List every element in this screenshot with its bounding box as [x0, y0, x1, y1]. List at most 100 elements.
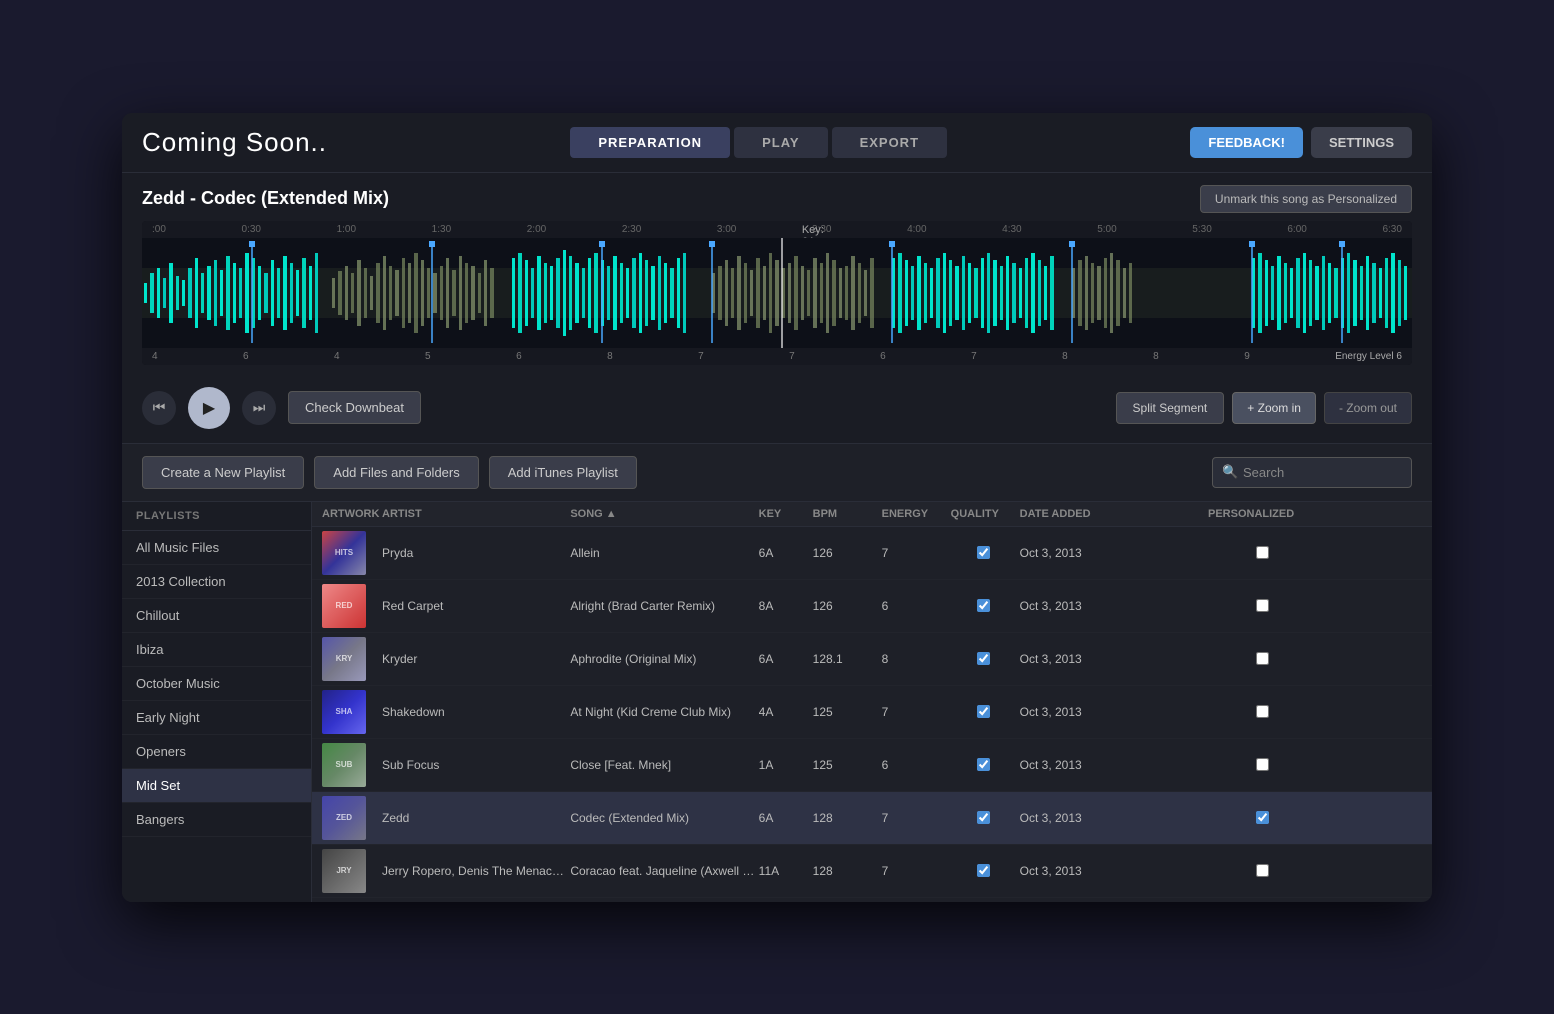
sidebar-item-chillout[interactable]: Chillout: [122, 599, 311, 633]
sidebar-item-early-night[interactable]: Early Night: [122, 701, 311, 735]
quality-checkbox[interactable]: [977, 705, 990, 718]
track-artwork: SUB: [322, 743, 366, 787]
personalized-cell[interactable]: [1208, 758, 1318, 771]
col-artist[interactable]: Artist: [382, 508, 566, 520]
track-cell: 125: [813, 758, 878, 772]
artwork-cell: SHA: [322, 690, 378, 734]
col-song[interactable]: Song ▲: [570, 508, 754, 520]
track-cell: 128: [813, 864, 878, 878]
table-row[interactable]: HITSPrydaAllein6A1267Oct 3, 2013: [312, 527, 1432, 580]
personalized-cell[interactable]: [1208, 811, 1318, 824]
table-row[interactable]: KRYKryderAphrodite (Original Mix)6A128.1…: [312, 633, 1432, 686]
quality-checkbox[interactable]: [977, 811, 990, 824]
zoom-in-button[interactable]: + Zoom in: [1232, 392, 1316, 424]
quality-cell[interactable]: [951, 864, 1016, 877]
table-row[interactable]: SUBSub FocusClose [Feat. Mnek]1A1256Oct …: [312, 739, 1432, 792]
zoom-out-button[interactable]: - Zoom out: [1324, 392, 1412, 424]
tab-preparation[interactable]: PREPARATION: [570, 127, 730, 158]
quality-cell[interactable]: [951, 652, 1016, 665]
zoom-controls: Split Segment + Zoom in - Zoom out: [1116, 392, 1412, 424]
track-list-container: Artwork Artist Song ▲ Key BPM Energy Qua…: [312, 502, 1432, 902]
track-cell: Pryda: [382, 546, 566, 560]
quality-checkbox[interactable]: [977, 599, 990, 612]
unmark-button[interactable]: Unmark this song as Personalized: [1200, 185, 1412, 213]
table-row[interactable]: SHAShakedownAt Night (Kid Creme Club Mix…: [312, 686, 1432, 739]
header-actions: FEEDBACK! SETTINGS: [1190, 127, 1412, 158]
artwork-cell: ZED: [322, 796, 378, 840]
settings-button[interactable]: SETTINGS: [1311, 127, 1412, 158]
sidebar-item-october[interactable]: October Music: [122, 667, 311, 701]
table-row[interactable]: LNALate Night AlumniEmpty Streets (Haji …: [312, 898, 1432, 902]
personalized-cell[interactable]: [1208, 705, 1318, 718]
personalized-checkbox[interactable]: [1256, 546, 1269, 559]
track-cell: 7: [882, 811, 947, 825]
personalized-cell[interactable]: [1208, 599, 1318, 612]
quality-checkbox[interactable]: [977, 758, 990, 771]
track-cell: Jerry Ropero, Denis The Menace, Sabor: [382, 864, 566, 878]
split-segment-button[interactable]: Split Segment: [1116, 392, 1225, 424]
col-date-added[interactable]: Date Added: [1020, 508, 1204, 520]
sidebar-item-openers[interactable]: Openers: [122, 735, 311, 769]
track-cell: 6: [882, 758, 947, 772]
track-cell: Close [Feat. Mnek]: [570, 758, 754, 772]
col-key[interactable]: Key: [759, 508, 809, 520]
search-input[interactable]: [1212, 457, 1412, 488]
personalized-checkbox[interactable]: [1256, 811, 1269, 824]
track-cell: Oct 3, 2013: [1020, 652, 1204, 666]
quality-checkbox[interactable]: [977, 652, 990, 665]
col-bpm[interactable]: BPM: [813, 508, 878, 520]
table-row[interactable]: JRY Jerry Ropero, Denis The Menace, Sabor…: [312, 845, 1432, 898]
sidebar-item-ibiza[interactable]: Ibiza: [122, 633, 311, 667]
col-personalized[interactable]: Personalized: [1208, 508, 1318, 520]
track-cell: 6A: [759, 652, 809, 666]
energy-bar: 4 6 4 5 6 8 7 7 6 7 8 8 9 Energy Level 6: [142, 348, 1412, 365]
waveform-canvas[interactable]: [142, 238, 1412, 348]
track-cell: Kryder: [382, 652, 566, 666]
quality-checkbox[interactable]: [977, 864, 990, 877]
personalized-cell[interactable]: [1208, 652, 1318, 665]
check-downbeat-button[interactable]: Check Downbeat: [288, 391, 421, 424]
track-cell: Alright (Brad Carter Remix): [570, 599, 754, 613]
quality-cell[interactable]: [951, 705, 1016, 718]
track-artwork: JRY: [322, 849, 366, 893]
track-cell: Allein: [570, 546, 754, 560]
personalized-cell[interactable]: [1208, 546, 1318, 559]
artwork-cell: SUB: [322, 743, 378, 787]
quality-checkbox[interactable]: [977, 546, 990, 559]
sidebar-item-bangers[interactable]: Bangers: [122, 803, 311, 837]
artwork-cell: KRY: [322, 637, 378, 681]
add-itunes-button[interactable]: Add iTunes Playlist: [489, 456, 637, 489]
quality-cell[interactable]: [951, 546, 1016, 559]
sidebar-item-all-music[interactable]: All Music Files: [122, 531, 311, 565]
forward-button[interactable]: ⏭: [242, 391, 276, 425]
rewind-button[interactable]: ⏮: [142, 391, 176, 425]
track-cell: 1A: [759, 758, 809, 772]
col-artwork: Artwork: [322, 508, 378, 520]
tab-play[interactable]: PLAY: [734, 127, 827, 158]
quality-cell[interactable]: [951, 811, 1016, 824]
header: Coming Soon.. PREPARATION PLAY EXPORT FE…: [122, 113, 1432, 172]
personalized-checkbox[interactable]: [1256, 599, 1269, 612]
tab-export[interactable]: EXPORT: [832, 127, 947, 158]
create-playlist-button[interactable]: Create a New Playlist: [142, 456, 304, 489]
track-artwork: RED: [322, 584, 366, 628]
personalized-checkbox[interactable]: [1256, 758, 1269, 771]
quality-cell[interactable]: [951, 758, 1016, 771]
feedback-button[interactable]: FEEDBACK!: [1190, 127, 1303, 158]
table-row[interactable]: REDRed CarpetAlright (Brad Carter Remix)…: [312, 580, 1432, 633]
artwork-cell: HITS: [322, 531, 378, 575]
sidebar-item-2013[interactable]: 2013 Collection: [122, 565, 311, 599]
play-button[interactable]: ▶: [188, 387, 230, 429]
table-row[interactable]: ZEDZeddCodec (Extended Mix)6A1287Oct 3, …: [312, 792, 1432, 845]
personalized-cell[interactable]: [1208, 864, 1318, 877]
track-list-header: Artwork Artist Song ▲ Key BPM Energy Qua…: [312, 502, 1432, 527]
col-energy[interactable]: Energy: [882, 508, 947, 520]
col-quality[interactable]: Quality: [951, 508, 1016, 520]
personalized-checkbox[interactable]: [1256, 652, 1269, 665]
personalized-checkbox[interactable]: [1256, 705, 1269, 718]
add-files-button[interactable]: Add Files and Folders: [314, 456, 478, 489]
sidebar-item-mid-set[interactable]: Mid Set: [122, 769, 311, 803]
quality-cell[interactable]: [951, 599, 1016, 612]
search-container: 🔍: [1212, 457, 1412, 488]
personalized-checkbox[interactable]: [1256, 864, 1269, 877]
